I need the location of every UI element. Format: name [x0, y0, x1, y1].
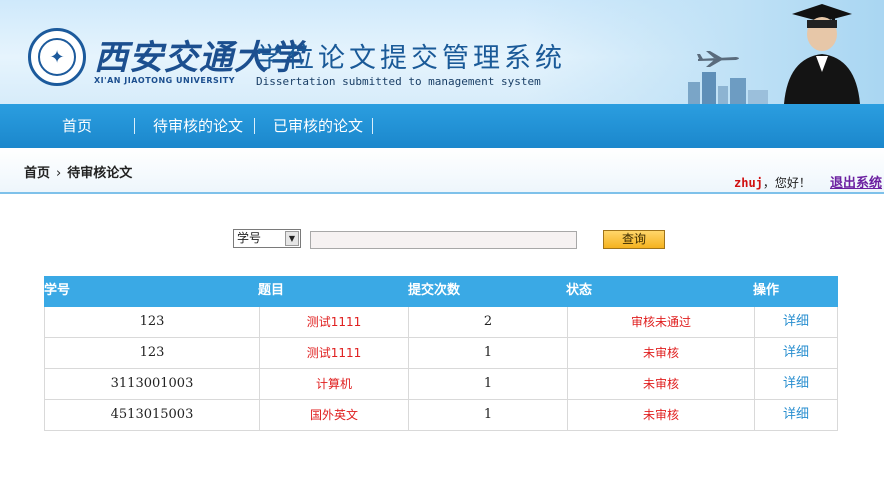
table-row: 123 测试1111 2 审核未通过 详细: [44, 307, 838, 338]
nav-separator: [372, 118, 373, 134]
search-field-select[interactable]: 学号 ▼: [233, 229, 301, 248]
user-greeting: zhuj，您好！: [734, 174, 811, 191]
nav-home[interactable]: 首页: [62, 104, 92, 148]
system-title-cn: 学位论文提交管理系统: [256, 43, 566, 74]
cell-student-id: 3113001003: [45, 369, 260, 399]
cell-status: 未审核: [568, 400, 755, 430]
username: zhuj: [734, 176, 763, 190]
column-header-action: 操作: [753, 283, 780, 298]
table-row: 3113001003 计算机 1 未审核 详细: [44, 369, 838, 400]
theses-table: 学号 题目 提交次数 状态 操作 123 测试1111 2 审核未通过 详细 1…: [44, 276, 838, 431]
cell-title: 计算机: [260, 369, 409, 399]
table-header: 学号 题目 提交次数 状态 操作: [44, 276, 838, 307]
cell-student-id: 4513015003: [45, 400, 260, 430]
greeting-text: ，您好！: [762, 176, 811, 190]
cell-title: 测试1111: [260, 338, 409, 368]
cell-title: 国外英文: [260, 400, 409, 430]
column-header-student-id: 学号: [44, 283, 71, 298]
cell-submit-count: 2: [409, 307, 568, 337]
column-header-submit-count: 提交次数: [408, 283, 461, 298]
cell-student-id: 123: [45, 338, 260, 368]
cell-submit-count: 1: [409, 338, 568, 368]
cell-title: 测试1111: [260, 307, 409, 337]
buildings-icon: [688, 72, 768, 104]
breadcrumb-current: 待审核论文: [67, 166, 133, 181]
cell-status: 未审核: [568, 338, 755, 368]
cell-submit-count: 1: [409, 369, 568, 399]
search-field-value: 学号: [237, 231, 262, 245]
detail-link[interactable]: 详细: [755, 307, 837, 337]
logout-link[interactable]: 退出系统: [830, 172, 882, 191]
detail-link[interactable]: 详细: [755, 400, 837, 430]
graduate-photo: [784, 4, 860, 104]
seal-icon: ✦: [38, 38, 76, 76]
search-button[interactable]: 查询: [603, 230, 665, 249]
breadcrumb-bar: 首页 › 待审核论文 zhuj，您好！ 退出系统: [0, 148, 884, 194]
nav-pending-theses[interactable]: 待审核的论文: [153, 104, 243, 148]
university-logo: ✦: [28, 28, 86, 86]
nav-separator: [254, 118, 255, 134]
column-header-status: 状态: [566, 283, 593, 298]
university-name-en: XI'AN JIAOTONG UNIVERSITY: [94, 76, 235, 85]
main-nav: 首页 待审核的论文 已审核的论文: [0, 104, 884, 148]
cell-submit-count: 1: [409, 400, 568, 430]
system-title-en: Dissertation submitted to management sys…: [256, 75, 541, 88]
chevron-right-icon: ›: [56, 166, 62, 181]
detail-link[interactable]: 详细: [755, 369, 837, 399]
column-header-title: 题目: [258, 283, 285, 298]
breadcrumb-home[interactable]: 首页: [24, 166, 50, 181]
cell-status: 审核未通过: [568, 307, 755, 337]
header-banner: ✦ 西安交通大学 XI'AN JIAOTONG UNIVERSITY 学位论文提…: [0, 0, 884, 104]
nav-separator: [134, 118, 135, 134]
nav-reviewed-theses[interactable]: 已审核的论文: [273, 104, 363, 148]
table-row: 123 测试1111 1 未审核 详细: [44, 338, 838, 369]
cell-student-id: 123: [45, 307, 260, 337]
cell-status: 未审核: [568, 369, 755, 399]
breadcrumb: 首页 › 待审核论文: [24, 162, 132, 181]
detail-link[interactable]: 详细: [755, 338, 837, 368]
table-row: 4513015003 国外英文 1 未审核 详细: [44, 400, 838, 431]
chevron-down-icon[interactable]: ▼: [285, 231, 299, 246]
search-input[interactable]: [310, 231, 577, 249]
